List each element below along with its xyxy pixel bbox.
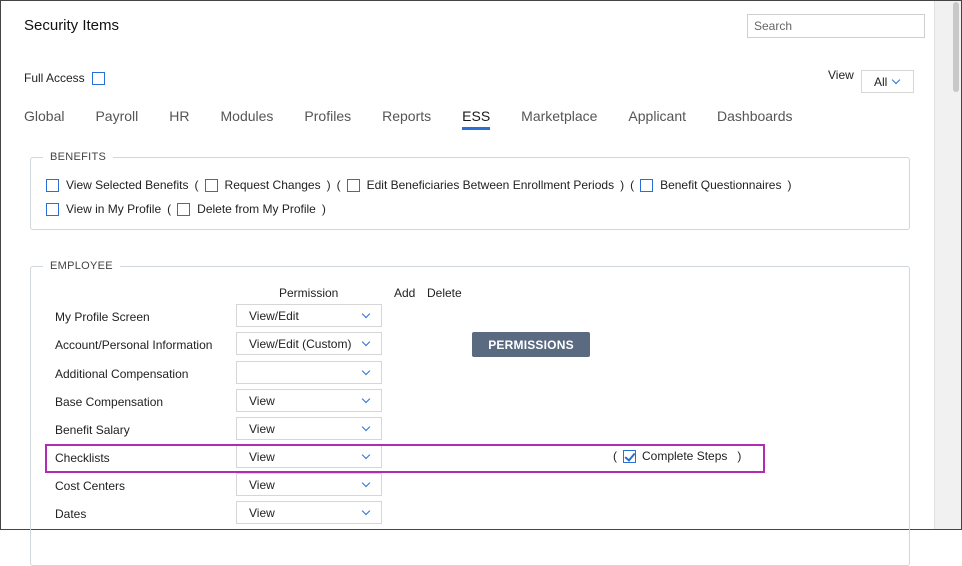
tab-global[interactable]: Global	[24, 108, 64, 130]
paren-close: )	[321, 202, 326, 216]
permission-value: View/Edit	[249, 308, 299, 323]
edit-beneficiaries-checkbox[interactable]	[346, 178, 360, 192]
tab-marketplace[interactable]: Marketplace	[521, 108, 597, 130]
view-filter-value: All	[874, 74, 888, 89]
employee-legend: EMPLOYEE	[43, 260, 120, 272]
scrollbar-thumb[interactable]	[953, 2, 959, 92]
benefit-option-edit-beneficiaries: Edit Beneficiaries Between Enrollment Pe…	[346, 178, 615, 192]
view-in-my-profile-label: View in My Profile	[66, 202, 162, 216]
category-tabs: Global Payroll HR Modules Profiles Repor…	[24, 108, 824, 130]
chevron-down-icon	[361, 337, 371, 347]
paren-open: (	[167, 202, 172, 216]
row-label-my-profile-screen: My Profile Screen	[55, 310, 150, 324]
benefits-row-2: View in My Profile ( Delete from My Prof…	[46, 202, 332, 216]
tab-dashboards[interactable]: Dashboards	[717, 108, 793, 130]
add-column-header: Add	[394, 286, 416, 300]
delete-from-my-profile-checkbox[interactable]	[177, 202, 191, 216]
row-label-benefit-salary: Benefit Salary	[55, 423, 130, 437]
tab-payroll[interactable]: Payroll	[95, 108, 138, 130]
paren-close: )	[326, 178, 331, 192]
permission-select-dates[interactable]: View	[236, 501, 382, 524]
row-label-dates: Dates	[55, 507, 87, 521]
paren-close: )	[620, 178, 625, 192]
request-changes-label: Request Changes	[224, 178, 321, 192]
permission-select-additional-compensation[interactable]	[236, 361, 382, 384]
benefit-option-view-selected: View Selected Benefits	[46, 178, 189, 192]
row-label-base-compensation: Base Compensation	[55, 395, 164, 409]
tab-applicant[interactable]: Applicant	[628, 108, 686, 130]
chevron-down-icon	[361, 422, 371, 432]
chevron-down-icon	[361, 506, 371, 516]
paren-open: (	[194, 178, 199, 192]
tab-profiles[interactable]: Profiles	[304, 108, 351, 130]
paren-close: )	[787, 178, 792, 192]
view-in-my-profile-checkbox[interactable]	[46, 202, 59, 216]
permission-select-account-personal-information[interactable]: View/Edit (Custom)	[236, 332, 382, 355]
view-filter-select[interactable]: All	[861, 70, 914, 93]
chevron-down-icon	[361, 478, 371, 488]
permission-column-header: Permission	[279, 286, 339, 300]
paren-open: (	[630, 178, 635, 192]
tab-modules[interactable]: Modules	[221, 108, 274, 130]
permission-value: View/Edit (Custom)	[249, 336, 352, 351]
chevron-down-icon	[892, 75, 901, 85]
edit-beneficiaries-label: Edit Beneficiaries Between Enrollment Pe…	[366, 178, 615, 192]
permission-value: View	[249, 505, 275, 520]
tab-hr[interactable]: HR	[169, 108, 189, 130]
benefit-option-questionnaires: Benefit Questionnaires	[640, 178, 781, 192]
full-access-option: Full Access	[24, 71, 105, 85]
employee-section: EMPLOYEE	[30, 260, 910, 566]
delete-from-my-profile-label: Delete from My Profile	[197, 202, 316, 216]
tab-reports[interactable]: Reports	[382, 108, 431, 130]
benefit-option-view-in-profile: View in My Profile	[46, 202, 161, 216]
checklists-row-highlight	[45, 444, 765, 473]
benefits-row-1: View Selected Benefits ( Request Changes…	[46, 178, 797, 192]
page-title: Security Items	[24, 17, 120, 34]
permission-value: View	[249, 477, 275, 492]
chevron-down-icon	[361, 366, 371, 376]
benefit-option-delete-from-profile: Delete from My Profile	[177, 202, 316, 216]
row-label-account-personal-information: Account/Personal Information	[55, 338, 213, 352]
row-label-cost-centers: Cost Centers	[55, 479, 126, 493]
benefit-questionnaires-label: Benefit Questionnaires	[660, 178, 782, 192]
permission-value: View	[249, 393, 275, 408]
paren-open: (	[336, 178, 341, 192]
view-selected-benefits-label: View Selected Benefits	[66, 178, 189, 192]
permission-value: View	[249, 421, 275, 436]
search-input[interactable]	[747, 14, 925, 38]
permissions-button[interactable]: PERMISSIONS	[472, 332, 590, 357]
permission-select-cost-centers[interactable]: View	[236, 473, 382, 496]
benefits-section: BENEFITS View Selected Benefits ( Reques…	[30, 151, 910, 230]
full-access-checkbox[interactable]	[91, 71, 105, 85]
delete-column-header: Delete	[427, 286, 462, 300]
benefit-questionnaires-checkbox[interactable]	[640, 178, 654, 192]
view-selected-benefits-checkbox[interactable]	[46, 178, 59, 192]
benefits-legend: BENEFITS	[43, 151, 114, 163]
permission-select-my-profile-screen[interactable]: View/Edit	[236, 304, 382, 327]
benefit-option-request-changes: Request Changes	[204, 178, 321, 192]
full-access-label: Full Access	[24, 71, 85, 85]
row-label-additional-compensation: Additional Compensation	[55, 367, 189, 381]
chevron-down-icon	[361, 394, 371, 404]
permission-select-benefit-salary[interactable]: View	[236, 417, 382, 440]
permission-select-base-compensation[interactable]: View	[236, 389, 382, 412]
chevron-down-icon	[361, 309, 371, 319]
view-filter-label: View	[828, 68, 854, 82]
request-changes-checkbox[interactable]	[204, 178, 218, 192]
tab-ess[interactable]: ESS	[462, 108, 491, 130]
